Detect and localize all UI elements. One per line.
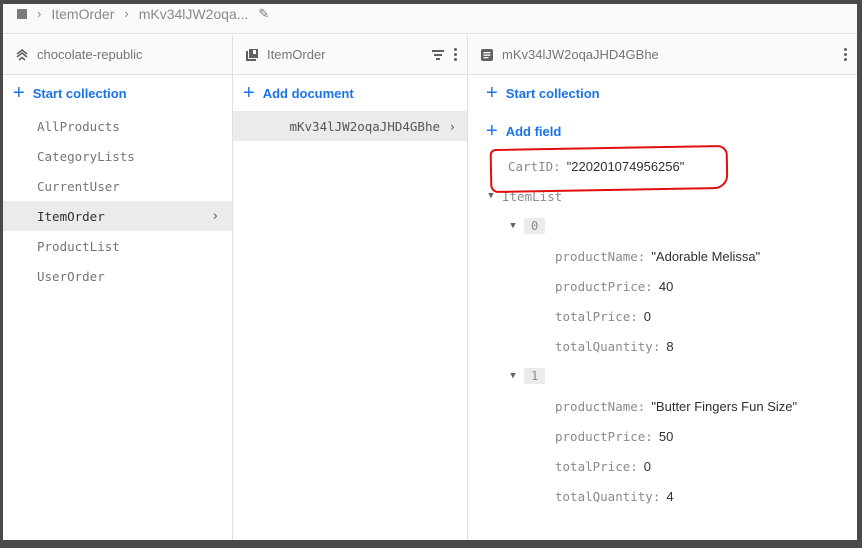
add-field-button[interactable]: + Add field <box>468 111 857 151</box>
add-document-button[interactable]: + Add document <box>233 75 467 111</box>
field-key: productPrice: <box>555 428 653 444</box>
field-key: totalPrice: <box>555 308 638 324</box>
more-options-icon[interactable] <box>844 48 847 61</box>
field-cartid[interactable]: CartID: "220201074956256" <box>468 151 857 181</box>
field-value: 4 <box>666 488 674 504</box>
field-value: 8 <box>666 338 674 354</box>
field-key: productPrice: <box>555 278 653 294</box>
firestore-window: › ItemOrder › mKv34lJW2oqa... ✎ chocolat… <box>3 4 857 540</box>
field-value: 50 <box>658 428 674 444</box>
document-id: mKv34lJW2oqaJHD4GBhe <box>502 47 659 62</box>
field-key: CartID: <box>508 158 561 174</box>
field-value: 40 <box>658 278 674 294</box>
field-productprice[interactable]: productPrice: 40 <box>468 271 857 301</box>
array-index-badge: 0 <box>524 218 546 234</box>
data-panels: chocolate-republic + Start collection Al… <box>3 35 857 540</box>
filter-icon[interactable] <box>432 49 444 60</box>
collection-name: ItemOrder <box>267 47 326 62</box>
field-key: totalPrice: <box>555 458 638 474</box>
collection-item-categorylists[interactable]: CategoryLists <box>3 141 232 171</box>
field-value: 0 <box>643 458 652 474</box>
itemlist-entries: ▼ 0 productName: "Adorable Melissa" productP… <box>468 211 857 511</box>
document-column: mKv34lJW2oqaJHD4GBhe + Start collection … <box>468 35 857 540</box>
array-index-row[interactable]: ▼ 1 <box>468 361 857 391</box>
field-itemlist[interactable]: ▼ ItemList <box>468 181 857 211</box>
plus-icon: + <box>13 82 25 104</box>
root-header: chocolate-republic <box>3 35 232 75</box>
array-index-badge: 1 <box>524 368 546 384</box>
breadcrumb-item[interactable]: mKv34lJW2oqa... <box>139 6 249 22</box>
field-totalprice[interactable]: totalPrice: 0 <box>468 451 857 481</box>
field-key: totalQuantity: <box>555 488 661 504</box>
collection-header: ItemOrder <box>233 35 467 75</box>
collection-item-itemorder[interactable]: ItemOrder › <box>3 201 232 231</box>
field-productname[interactable]: productName: "Adorable Melissa" <box>468 241 857 271</box>
start-collection-button[interactable]: + Start collection <box>3 75 232 111</box>
triangle-down-icon[interactable]: ▼ <box>502 221 524 231</box>
collection-icon <box>245 48 259 62</box>
plus-icon: + <box>486 120 498 142</box>
field-productname[interactable]: productName: "Butter Fingers Fun Size" <box>468 391 857 421</box>
field-value: "Butter Fingers Fun Size" <box>651 398 798 414</box>
root-column: chocolate-republic + Start collection Al… <box>3 35 233 540</box>
field-key: ItemList <box>502 188 563 204</box>
field-totalquantity[interactable]: totalQuantity: 4 <box>468 481 857 511</box>
chevron-right-icon: › <box>450 118 455 134</box>
breadcrumb-item[interactable]: ItemOrder <box>51 6 114 22</box>
edit-pencil-icon[interactable]: ✎ <box>258 6 269 22</box>
home-icon[interactable] <box>17 8 27 19</box>
triangle-down-icon[interactable]: ▼ <box>480 191 502 201</box>
breadcrumb-separator-icon: › <box>37 6 42 21</box>
field-value: 0 <box>643 308 652 324</box>
field-key: productName: <box>555 248 646 264</box>
array-index-row[interactable]: ▼ 0 <box>468 211 857 241</box>
field-productprice[interactable]: productPrice: 50 <box>468 421 857 451</box>
breadcrumb: › ItemOrder › mKv34lJW2oqa... ✎ <box>3 4 857 34</box>
field-value: "220201074956256" <box>566 158 685 174</box>
project-name: chocolate-republic <box>37 47 143 62</box>
collection-item-currentuser[interactable]: CurrentUser <box>3 171 232 201</box>
breadcrumb-separator-icon: › <box>124 6 129 21</box>
collection-item-allproducts[interactable]: AllProducts <box>3 111 232 141</box>
document-item[interactable]: mKv34lJW2oqaJHD4GBhe › <box>233 111 467 141</box>
firestore-icon <box>15 48 29 62</box>
document-icon <box>480 48 494 62</box>
more-options-icon[interactable] <box>454 48 457 61</box>
field-key: productName: <box>555 398 646 414</box>
plus-icon: + <box>243 82 255 104</box>
collection-column: ItemOrder + Add document mKv34lJW2oqaJHD… <box>233 35 468 540</box>
field-value: "Adorable Melissa" <box>651 248 761 264</box>
field-totalprice[interactable]: totalPrice: 0 <box>468 301 857 331</box>
field-totalquantity[interactable]: totalQuantity: 8 <box>468 331 857 361</box>
collection-item-userorder[interactable]: UserOrder <box>3 261 232 291</box>
plus-icon: + <box>486 82 498 104</box>
field-key: totalQuantity: <box>555 338 661 354</box>
collection-item-productlist[interactable]: ProductList <box>3 231 232 261</box>
triangle-down-icon[interactable]: ▼ <box>502 371 524 381</box>
document-header: mKv34lJW2oqaJHD4GBhe <box>468 35 857 75</box>
chevron-right-icon: › <box>212 208 218 224</box>
start-subcollection-button[interactable]: + Start collection <box>468 75 857 111</box>
collection-list: AllProducts CategoryLists CurrentUser ItemO… <box>3 111 232 291</box>
